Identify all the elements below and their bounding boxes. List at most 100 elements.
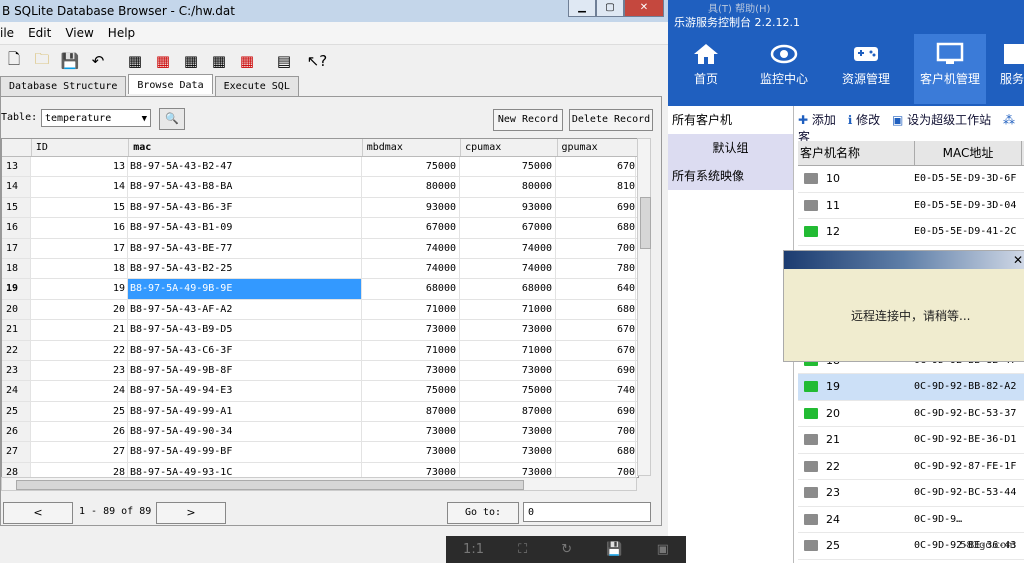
tab-browse-data[interactable]: Browse Data [128,74,213,94]
log-icon[interactable]: ▤ [273,50,295,72]
table-cell[interactable]: 71000 [460,299,556,320]
table-cell[interactable]: 93000 [460,197,556,218]
client-row[interactable]: 10 E0-D5-5E-D9-3D-6F [798,166,1024,193]
whats-this-icon[interactable]: ↖? [306,50,328,72]
zoom-level[interactable]: 1:1 [463,542,484,557]
col-mac[interactable]: mac [129,139,363,156]
table-cell[interactable]: 67000 [362,218,460,238]
table-cell[interactable]: 700 [556,238,636,258]
all-images-item[interactable]: 所有系统映像 [668,162,793,190]
rotate-icon[interactable]: ↻ [561,542,572,557]
close-icon[interactable]: ✕ [624,0,664,17]
table-cell[interactable]: 13 [31,157,128,177]
table-cell[interactable]: 640 [556,279,636,299]
table-row[interactable]: 21 21 B8-97-5A-43-B9-D5 73000 73000 670 [2,320,638,341]
table-cell[interactable]: 27 [31,442,128,462]
slideshow-icon[interactable]: ▣ [657,542,669,557]
nav-services[interactable]: 服务 [1000,34,1024,104]
minimize-icon[interactable]: ▁ [568,0,596,17]
col-mbdmax[interactable]: mbdmax [363,139,462,156]
table-cell[interactable]: 680 [556,299,636,320]
table-row[interactable]: 25 25 B8-97-5A-49-99-A1 87000 87000 690 [2,401,638,423]
col-cpumax[interactable]: cpumax [461,139,558,156]
row-number[interactable]: 13 [2,157,31,177]
table-cell[interactable]: B8-97-5A-43-B6-3F [128,197,362,218]
set-super-workstation-button[interactable]: ▣ 设为超级工作站 [892,113,991,127]
table-cell[interactable]: 14 [31,177,128,197]
table-cell[interactable]: B8-97-5A-43-C6-3F [128,340,362,360]
table-cell[interactable]: 73000 [362,422,460,442]
row-number[interactable]: 14 [2,177,31,197]
row-number[interactable]: 20 [2,299,31,320]
table-cell[interactable]: 73000 [460,442,556,462]
col-mac[interactable]: MAC地址 [915,141,1022,165]
create-table-icon[interactable]: ▦ [124,50,146,72]
client-row[interactable]: 21 0C-9D-92-BE-36-D1 [798,427,1024,454]
fit-icon[interactable]: ⛶ [518,542,527,557]
table-row[interactable]: 22 22 B8-97-5A-43-C6-3F 71000 71000 670 [2,340,638,361]
table-cell[interactable]: 810 [556,177,636,197]
menu-help[interactable]: Help [108,26,135,40]
table-row[interactable]: 15 15 B8-97-5A-43-B6-3F 93000 93000 690 [2,197,638,219]
goto-button[interactable]: Go to: [447,502,519,524]
row-number[interactable]: 17 [2,238,31,258]
table-cell[interactable]: 26 [31,422,128,442]
client-row[interactable]: 19 0C-9D-92-BB-82-A2 [798,374,1024,401]
menu-view[interactable]: View [65,26,93,40]
row-number[interactable]: 24 [2,381,31,401]
table-cell[interactable]: 74000 [460,258,556,279]
table-row[interactable]: 18 18 B8-97-5A-43-B2-25 74000 74000 780 [2,258,638,280]
table-cell[interactable]: 20 [31,299,128,320]
table-cell[interactable]: B8-97-5A-43-B1-09 [128,218,362,238]
add-button[interactable]: ✚ 添加 [798,113,836,127]
table-cell[interactable]: 28 [31,462,128,477]
table-cell[interactable]: B8-97-5A-49-90-34 [128,422,362,442]
table-cell[interactable]: B8-97-5A-43-B8-BA [128,177,362,197]
table-cell[interactable]: 700 [556,462,636,477]
table-cell[interactable]: B8-97-5A-49-9B-8F [128,360,362,381]
modify-table-icon[interactable]: ▦ [180,50,202,72]
table-cell[interactable]: 87000 [460,401,556,422]
table-row[interactable]: 24 24 B8-97-5A-49-94-E3 75000 75000 740 [2,381,638,402]
table-cell[interactable]: 690 [556,360,636,381]
table-cell[interactable]: 670 [556,157,636,177]
table-cell[interactable]: 23 [31,360,128,381]
table-row[interactable]: 28 28 B8-97-5A-49-93-1C 73000 73000 700 [2,462,638,477]
table-cell[interactable]: 690 [556,197,636,218]
table-cell[interactable]: 68000 [362,279,460,299]
table-cell[interactable]: B8-97-5A-49-94-E3 [128,381,362,401]
table-cell[interactable]: 73000 [460,462,556,477]
nav-monitor[interactable]: 监控中心 [752,34,816,104]
table-row[interactable]: 17 17 B8-97-5A-43-BE-77 74000 74000 700 [2,238,638,259]
table-cell[interactable]: 24 [31,381,128,401]
table-cell[interactable]: B8-97-5A-49-93-1C [128,462,362,477]
table-cell[interactable]: 80000 [460,177,556,197]
col-id[interactable]: ID [32,139,130,156]
table-cell[interactable]: B8-97-5A-49-99-BF [128,442,362,462]
create-index-icon[interactable]: ▦ [208,50,230,72]
table-cell[interactable]: 25 [31,401,128,422]
table-cell[interactable]: 73000 [362,462,460,477]
table-cell[interactable]: 73000 [460,360,556,381]
row-number[interactable]: 19 [2,279,31,299]
row-number[interactable]: 15 [2,197,31,218]
table-cell[interactable]: 71000 [460,340,556,360]
table-cell[interactable]: 71000 [362,299,460,320]
table-cell[interactable]: 780 [556,258,636,279]
table-cell[interactable]: 74000 [460,238,556,258]
undo-icon[interactable]: ↶ [87,50,109,72]
table-cell[interactable]: B8-97-5A-43-BE-77 [128,238,362,258]
table-cell[interactable]: 17 [31,238,128,258]
edit-button[interactable]: ℹ 修改 [848,113,880,127]
table-cell[interactable]: 73000 [362,360,460,381]
row-number[interactable]: 18 [2,258,31,279]
prev-page-button[interactable]: < [3,502,73,524]
table-cell[interactable]: 670 [556,320,636,340]
table-cell[interactable]: 680 [556,218,636,238]
client-row[interactable]: 11 E0-D5-5E-D9-3D-04 [798,193,1024,219]
table-cell[interactable]: 690 [556,401,636,422]
row-number[interactable]: 28 [2,462,31,477]
table-cell[interactable]: 68000 [460,279,556,299]
table-cell[interactable]: 73000 [460,422,556,442]
col-client-name[interactable]: 客户机名称 [798,141,915,165]
